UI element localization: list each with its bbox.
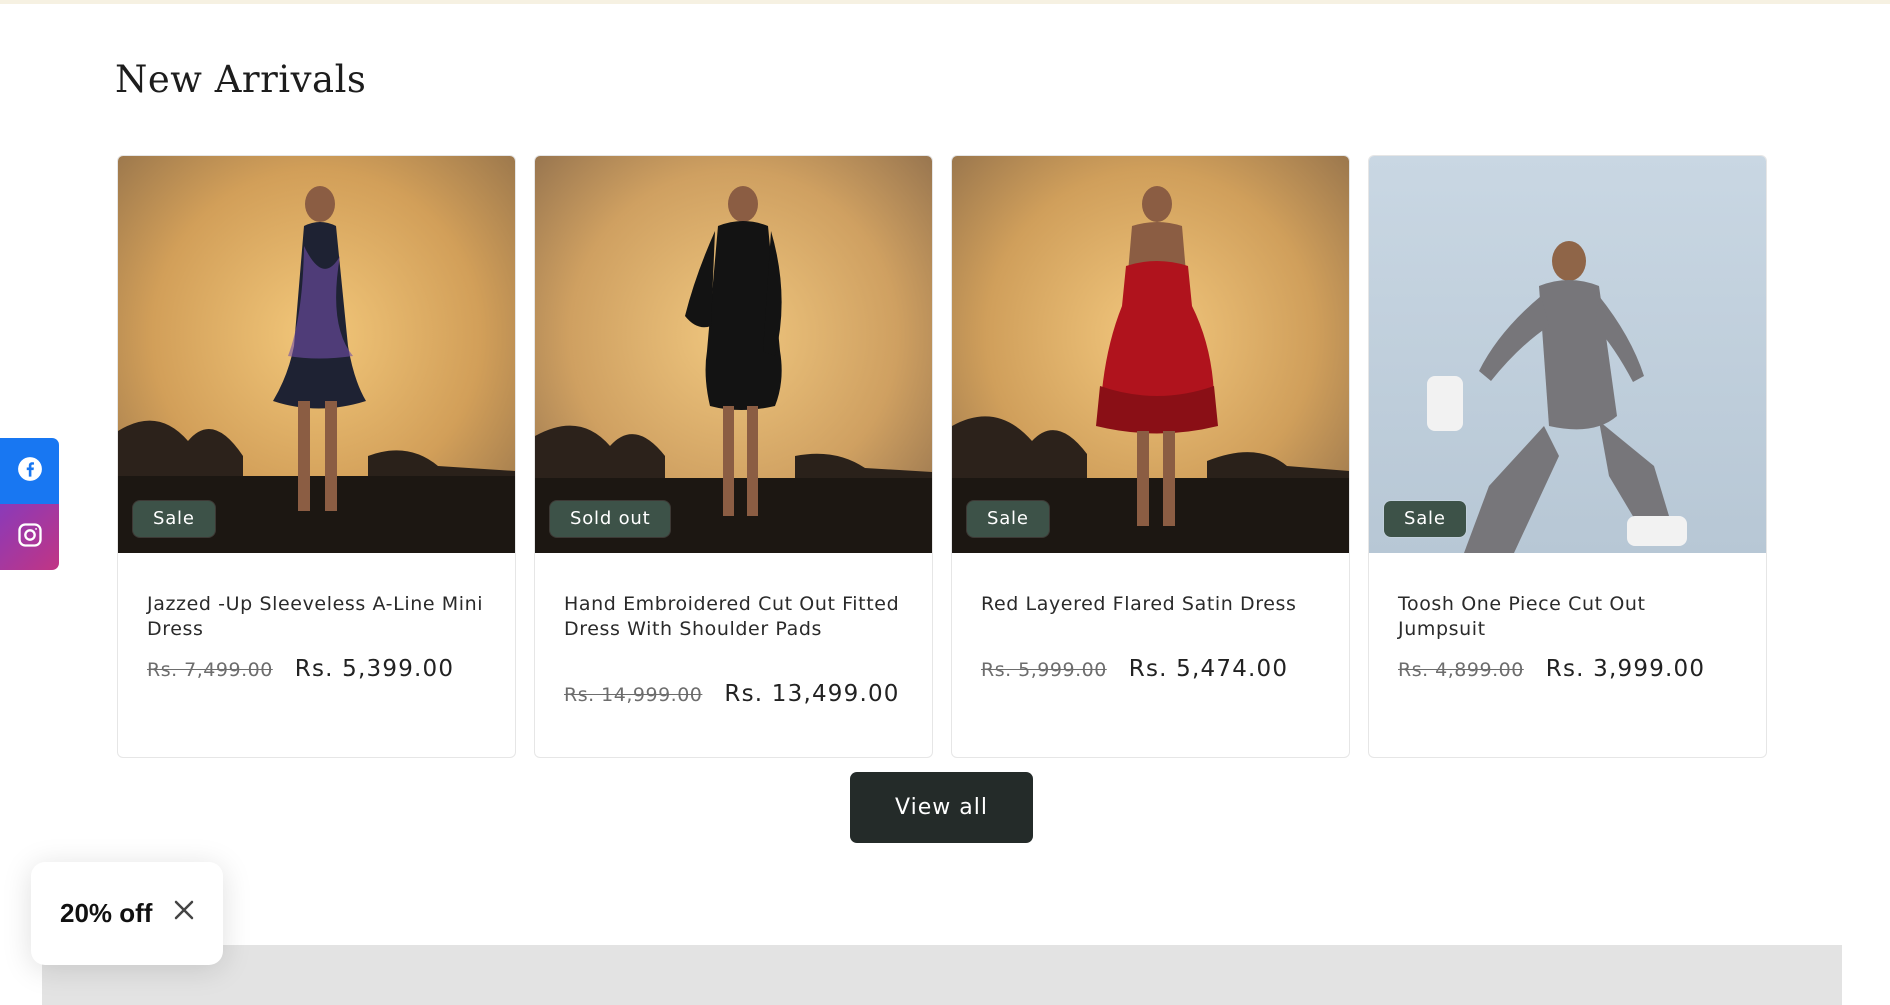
discount-text: 20% off xyxy=(60,898,153,928)
close-icon[interactable] xyxy=(172,898,196,926)
sale-price: Rs. 5,399.00 xyxy=(294,656,455,682)
sale-badge: Sale xyxy=(1384,501,1466,537)
social-sidebar xyxy=(0,438,59,570)
original-price: Rs. 4,899.00 xyxy=(1398,659,1524,681)
facebook-icon xyxy=(17,456,43,486)
price-row: Rs. 4,899.00 Rs. 3,999.00 xyxy=(1398,656,1705,682)
product-title[interactable]: Hand Embroidered Cut Out Fitted Dress Wi… xyxy=(564,592,904,642)
sale-price: Rs. 5,474.00 xyxy=(1128,656,1289,682)
product-image[interactable]: Sale xyxy=(952,156,1349,553)
price-row: Rs. 5,999.00 Rs. 5,474.00 xyxy=(981,656,1288,682)
sale-price: Rs. 3,999.00 xyxy=(1545,656,1706,682)
sold-out-badge: Sold out xyxy=(550,501,671,537)
view-all-button[interactable]: View all xyxy=(850,772,1033,843)
facebook-button[interactable] xyxy=(0,438,59,504)
product-card[interactable]: Sale Toosh One Piece Cut Out Jumpsuit Rs… xyxy=(1368,155,1767,758)
product-title[interactable]: Red Layered Flared Satin Dress xyxy=(981,592,1321,617)
original-price: Rs. 14,999.00 xyxy=(564,684,703,706)
original-price: Rs. 7,499.00 xyxy=(147,659,273,681)
next-section-banner xyxy=(42,945,1842,1005)
product-image[interactable]: Sale xyxy=(118,156,515,553)
product-title[interactable]: Toosh One Piece Cut Out Jumpsuit xyxy=(1398,592,1738,642)
product-card[interactable]: Sold out Hand Embroidered Cut Out Fitted… xyxy=(534,155,933,758)
price-row: Rs. 7,499.00 Rs. 5,399.00 xyxy=(147,656,454,682)
product-title[interactable]: Jazzed -Up Sleeveless A-Line Mini Dress xyxy=(147,592,487,642)
sale-badge: Sale xyxy=(133,501,215,537)
sale-badge: Sale xyxy=(967,501,1049,537)
product-grid: Sale Jazzed -Up Sleeveless A-Line Mini D… xyxy=(117,155,1769,758)
product-card[interactable]: Sale Jazzed -Up Sleeveless A-Line Mini D… xyxy=(117,155,516,758)
product-image[interactable]: Sold out xyxy=(535,156,932,553)
instagram-button[interactable] xyxy=(0,504,59,570)
product-card[interactable]: Sale Red Layered Flared Satin Dress Rs. … xyxy=(951,155,1350,758)
section-title: New Arrivals xyxy=(115,58,367,101)
top-divider xyxy=(0,0,1890,4)
sale-price: Rs. 13,499.00 xyxy=(724,681,900,707)
instagram-icon xyxy=(16,521,44,553)
original-price: Rs. 5,999.00 xyxy=(981,659,1107,681)
price-row: Rs. 14,999.00 Rs. 13,499.00 xyxy=(564,681,900,707)
product-image[interactable]: Sale xyxy=(1369,156,1766,553)
